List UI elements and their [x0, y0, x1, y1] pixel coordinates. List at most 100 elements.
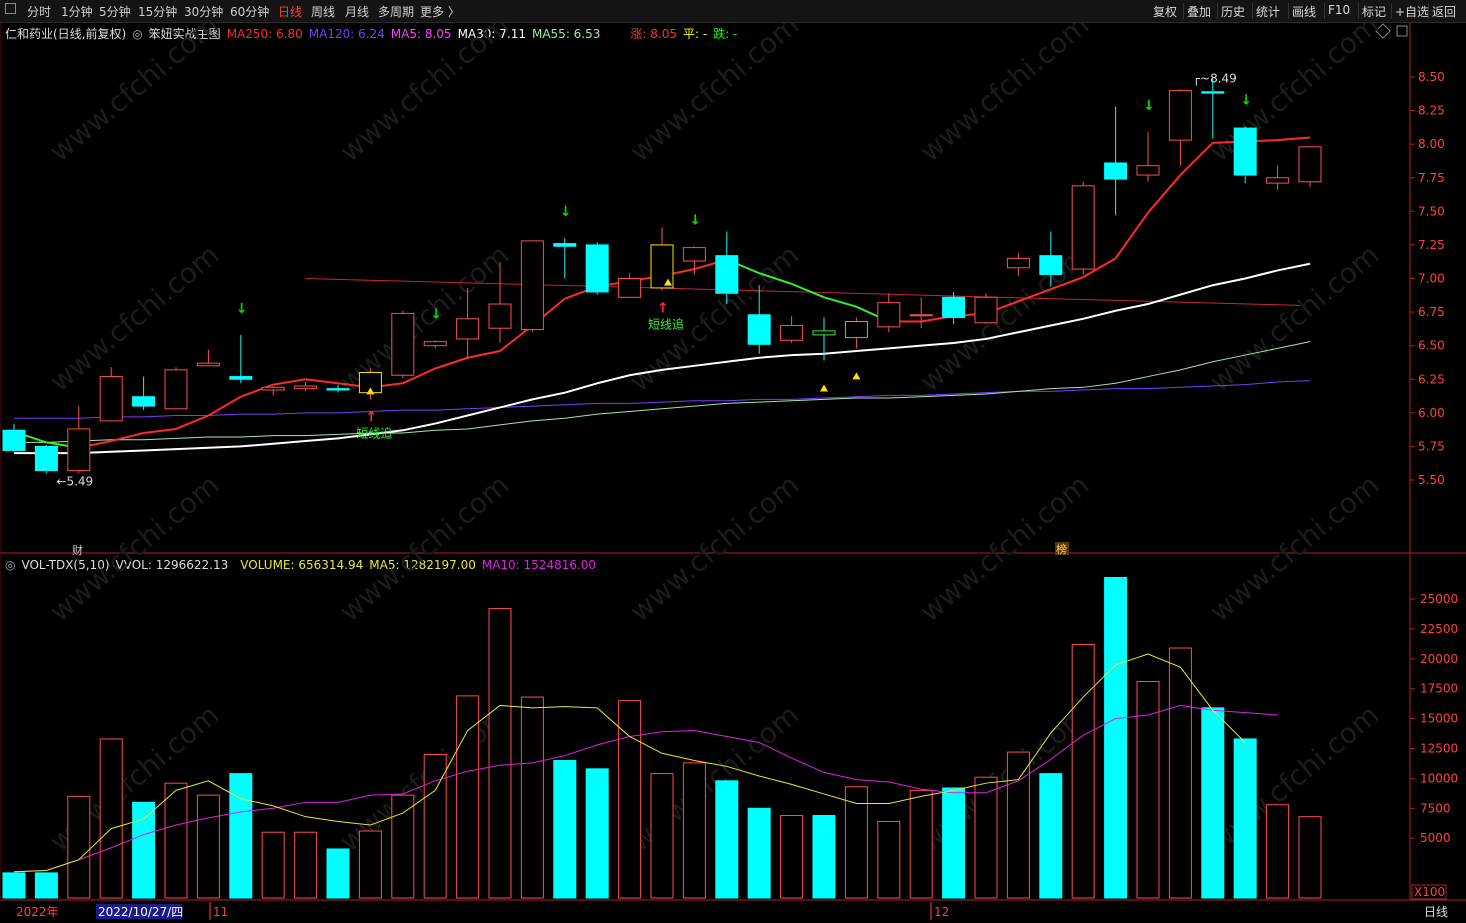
x-label-year: 2022年 — [16, 905, 59, 919]
kline-chart[interactable]: www.cfchi.com www.cfchi.com www.cfchi.com w… — [0, 23, 1466, 923]
volume-bar — [747, 807, 771, 899]
watermark: www.cfchi.com — [1203, 698, 1385, 858]
volume-bar — [715, 780, 739, 899]
ma5-segment — [175, 414, 209, 430]
volume-bar — [34, 872, 58, 899]
period-tab-7[interactable]: 周线 — [311, 3, 335, 20]
down-arrow-icon: ↓ — [560, 204, 572, 220]
toolbar-btn-3[interactable]: 统计 — [1256, 3, 1280, 20]
crosshair-date: 2022/10/27/四 — [98, 905, 183, 919]
volume-bar — [1006, 751, 1030, 899]
period-tab-2[interactable]: 5分钟 — [99, 3, 131, 20]
volume-bar — [585, 768, 609, 899]
toolbar-btn-1[interactable]: 叠加 — [1187, 3, 1211, 20]
watermark: www.cfchi.com — [333, 23, 515, 168]
candle-body — [909, 314, 933, 317]
volume-bar — [326, 848, 350, 899]
watermark: www.cfchi.com — [43, 23, 225, 168]
volume-bar — [261, 831, 285, 899]
period-tab-9[interactable]: 多周期 — [378, 3, 414, 20]
period-tab-10[interactable]: 更多 〉 — [420, 3, 460, 20]
ma5-segment — [1277, 136, 1311, 142]
candle-body — [196, 362, 220, 367]
candle-body — [488, 303, 512, 329]
toolbar-btn-5[interactable]: F10 — [1328, 3, 1350, 17]
down-arrow-icon: ↓ — [1143, 98, 1155, 114]
candle-body — [2, 429, 26, 451]
zhui-label: 短线追 — [356, 425, 392, 440]
toolbar-btn-6[interactable]: 标记 — [1362, 3, 1386, 20]
down-arrow-icon: ↓ — [689, 212, 701, 228]
price-tick-label: 8.00 — [1418, 137, 1445, 151]
toolbar-btn-4[interactable]: 画线 — [1292, 3, 1316, 20]
period-tab-6[interactable]: 日线 — [278, 3, 302, 20]
x-label-12: 12 — [934, 905, 949, 919]
candle-body — [747, 314, 771, 345]
ma5-segment — [305, 378, 339, 385]
cai-marker: 财 — [72, 543, 83, 557]
volume-bar — [229, 773, 253, 899]
volume-tick-label: 10000 — [1420, 771, 1458, 785]
period-label: 日线 — [1424, 905, 1448, 919]
ma5-segment — [1114, 212, 1149, 259]
candle-body — [1006, 257, 1030, 269]
down-arrow-icon: ↓ — [236, 301, 248, 317]
vol-unit-label: X100 — [1414, 885, 1445, 899]
volume-bar — [67, 795, 91, 899]
candle-body — [585, 244, 609, 293]
period-tab-4[interactable]: 30分钟 — [184, 3, 223, 20]
price-tick-label: 5.75 — [1418, 439, 1445, 453]
triangle-icon — [820, 384, 828, 392]
volume-bar — [942, 787, 966, 899]
candle-body — [67, 428, 91, 472]
period-tab-5[interactable]: 60分钟 — [230, 3, 269, 20]
ma5-segment — [143, 427, 177, 434]
price-tick-label: 7.50 — [1418, 204, 1445, 218]
volume-tick-label: 17500 — [1420, 682, 1458, 696]
candle-body — [715, 255, 739, 294]
watermark: www.cfchi.com — [1203, 238, 1385, 398]
price-tick-label: 7.75 — [1418, 171, 1445, 185]
volume-tick-label: 15000 — [1420, 712, 1458, 726]
toolbar-btn-7[interactable]: +自选 — [1395, 3, 1429, 20]
window-restore-icon[interactable] — [5, 3, 16, 14]
price-tick-label: 8.25 — [1418, 104, 1445, 118]
ma5-segment — [467, 350, 501, 359]
price-tick-label: 6.00 — [1418, 406, 1445, 420]
toolbar-btn-2[interactable]: 历史 — [1221, 3, 1245, 20]
ma5-segment — [791, 282, 825, 299]
ma5-segment — [207, 395, 242, 417]
watermark: www.cfchi.com — [913, 698, 1095, 858]
candle-body — [1104, 162, 1128, 180]
high-label: ┌~8.49 — [1193, 71, 1237, 85]
ma5-segment — [434, 356, 468, 370]
triangle-icon — [852, 372, 861, 380]
candle-body — [34, 445, 58, 472]
candle-body — [520, 240, 544, 331]
volume-tick-label: 12500 — [1420, 742, 1458, 756]
toolbar-btn-8[interactable]: 返回 — [1432, 3, 1456, 20]
period-tab-1[interactable]: 1分钟 — [61, 3, 93, 20]
volume-bar — [1104, 576, 1128, 899]
ma120-line — [14, 380, 1311, 419]
ma5-segment — [1147, 174, 1182, 214]
volume-bar — [488, 608, 512, 899]
candle-body — [844, 320, 868, 339]
period-tab-0[interactable]: 分时 — [27, 3, 51, 20]
volume-tick-label: 22500 — [1420, 622, 1458, 636]
candle-body — [99, 376, 123, 422]
volume-bar — [553, 759, 577, 899]
volume-bar — [974, 776, 998, 899]
candle-body — [229, 376, 253, 380]
candle-body — [391, 312, 415, 376]
period-tab-8[interactable]: 月线 — [345, 3, 369, 20]
volume-bar — [682, 762, 706, 899]
price-tick-label: 6.50 — [1418, 339, 1445, 353]
toolbar-btn-0[interactable]: 复权 — [1153, 3, 1177, 20]
volume-bar — [877, 820, 901, 899]
candle-body — [326, 388, 350, 391]
period-tab-3[interactable]: 15分钟 — [138, 3, 177, 20]
watermark: www.cfchi.com — [623, 23, 805, 168]
volume-bar — [456, 695, 480, 899]
panel-toggle-icon — [1396, 25, 1408, 37]
